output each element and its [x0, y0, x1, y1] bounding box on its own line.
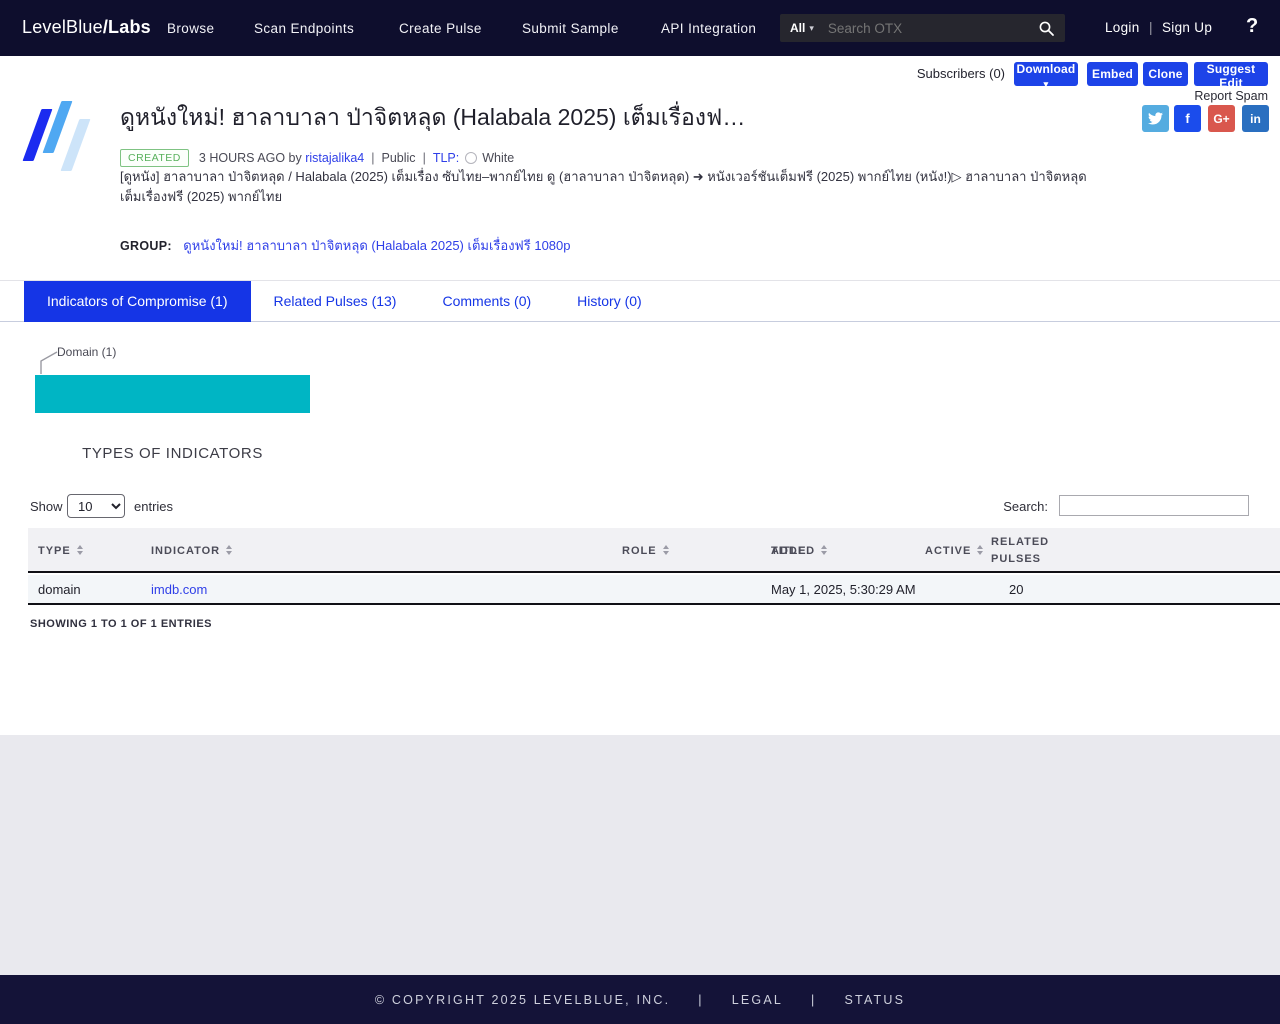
google-plus-icon: G+: [1213, 112, 1229, 126]
author-link[interactable]: ristajalika4: [305, 151, 364, 165]
share-twitter-button[interactable]: [1142, 105, 1169, 132]
page-footer: © COPYRIGHT 2025 LEVELBLUE, INC. | LEGAL…: [0, 975, 1280, 1024]
suggest-edit-button[interactable]: Suggest Edit: [1194, 62, 1268, 86]
column-header-added[interactable]: ADDED: [771, 545, 827, 557]
footer-legal-link[interactable]: LEGAL: [732, 993, 783, 1007]
footer-copyright: © COPYRIGHT 2025 LEVELBLUE, INC.: [375, 993, 670, 1007]
column-header-type[interactable]: TYPE: [38, 545, 83, 557]
share-facebook-button[interactable]: f: [1174, 105, 1201, 132]
chart-domain-label: Domain (1): [57, 345, 116, 359]
footer-separator: |: [811, 993, 816, 1007]
clone-button[interactable]: Clone: [1143, 62, 1188, 86]
sort-icon[interactable]: [226, 545, 232, 555]
search-input[interactable]: [828, 21, 1038, 36]
footer-status-link[interactable]: STATUS: [845, 993, 906, 1007]
column-label: ACTIVE: [925, 545, 971, 557]
column-label: TYPE: [38, 545, 71, 557]
avatar-stripe-light: [61, 119, 91, 171]
table-row: domain imdb.com May 1, 2025, 5:30:29 AM …: [28, 575, 1280, 605]
meta-separator: |: [371, 151, 374, 165]
column-header-related-pulses[interactable]: RELATED: [991, 536, 1049, 548]
report-spam-link[interactable]: Report Spam: [1150, 89, 1268, 103]
logo-text-bold: /Labs: [103, 17, 151, 37]
nav-item-api-integration[interactable]: API Integration: [661, 21, 756, 36]
facebook-icon: f: [1185, 111, 1189, 126]
logo-text-normal: LevelBlue: [22, 17, 103, 37]
page-size-select[interactable]: 10: [67, 494, 125, 518]
tab-related-pulses[interactable]: Related Pulses (13): [251, 281, 420, 322]
column-label: ROLE: [622, 545, 657, 557]
chart-title: TYPES OF INDICATORS: [35, 445, 310, 462]
footer-separator: |: [698, 993, 703, 1007]
pulse-avatar: [18, 95, 108, 195]
levelblue-labs-logo[interactable]: LevelBlue/Labs: [22, 17, 151, 38]
embed-button[interactable]: Embed: [1087, 62, 1138, 86]
twitter-icon: [1148, 112, 1163, 125]
column-header-role[interactable]: ROLE: [622, 545, 669, 557]
sort-icon[interactable]: [663, 545, 669, 555]
cell-indicator: imdb.com: [151, 582, 207, 597]
sort-icon[interactable]: [977, 545, 983, 555]
share-linkedin-button[interactable]: in: [1242, 105, 1269, 132]
sort-icon[interactable]: [77, 545, 83, 555]
tab-history[interactable]: History (0): [554, 281, 665, 322]
chevron-down-icon: ▾: [809, 23, 814, 34]
column-header-related-pulses-line2: PULSES: [991, 553, 1041, 565]
cell-related-pulses: 20: [1009, 582, 1023, 597]
tlp-value: White: [482, 151, 514, 165]
auth-divider: |: [1149, 20, 1153, 35]
indicator-link[interactable]: imdb.com: [151, 582, 207, 597]
search-icon[interactable]: [1038, 20, 1055, 37]
tab-comments[interactable]: Comments (0): [419, 281, 554, 322]
group-row: GROUP: ดูหนังใหม่! ฮาลาบาลา ป่าจิตหลุด (…: [120, 235, 571, 256]
share-google-plus-button[interactable]: G+: [1208, 105, 1235, 132]
otx-search-bar[interactable]: All ▾: [780, 14, 1065, 42]
sort-icon[interactable]: [821, 545, 827, 555]
chevron-down-icon: ▾: [1044, 79, 1049, 89]
table-summary: SHOWING 1 TO 1 OF 1 ENTRIES: [30, 618, 212, 630]
tlp-white-icon: [465, 152, 477, 164]
tab-indicators-of-compromise[interactable]: Indicators of Compromise (1): [24, 281, 251, 322]
column-header-indicator[interactable]: INDICATOR: [151, 545, 232, 557]
nav-item-browse[interactable]: Browse: [167, 21, 214, 36]
chart-domain-bar[interactable]: [35, 375, 310, 413]
pulse-title: ดูหนังใหม่! ฮาลาบาลา ป่าจิตหลุด (Halabal…: [120, 100, 1112, 136]
nav-item-scan-endpoints[interactable]: Scan Endpoints: [254, 21, 354, 36]
help-icon[interactable]: ?: [1246, 15, 1258, 38]
nav-item-create-pulse[interactable]: Create Pulse: [399, 21, 482, 36]
column-label: PULSES: [991, 553, 1041, 565]
login-link[interactable]: Login: [1105, 20, 1140, 35]
group-label: GROUP:: [120, 239, 172, 253]
cell-added: May 1, 2025, 5:30:29 AM: [771, 582, 916, 597]
group-link[interactable]: ดูหนังใหม่! ฮาลาบาลา ป่าจิตหลุด (Halabal…: [183, 238, 570, 253]
download-button[interactable]: Download ▾: [1014, 62, 1078, 86]
search-filter-all[interactable]: All: [790, 21, 805, 35]
pulse-tabbar: Indicators of Compromise (1) Related Pul…: [0, 280, 1280, 322]
download-label: Download: [1017, 62, 1076, 76]
created-badge: CREATED: [120, 149, 189, 167]
subscribers-count[interactable]: Subscribers (0): [845, 66, 1005, 81]
entries-label: entries: [134, 499, 173, 514]
column-label: INDICATOR: [151, 545, 220, 557]
linkedin-icon: in: [1250, 112, 1261, 126]
top-navbar: LevelBlue/Labs Browse Scan Endpoints Cre…: [0, 0, 1280, 56]
visibility-label: Public: [382, 151, 416, 165]
pulse-description: [ดูหนัง] ฮาลาบาลา ป่าจิตหลุด / Halabala …: [120, 167, 1098, 207]
column-label: RELATED: [991, 536, 1049, 548]
tlp-link[interactable]: TLP:: [433, 151, 459, 165]
column-label: ADDED: [771, 545, 815, 557]
pulse-meta-row: CREATED 3 HOURS AGO by ristajalika4 | Pu…: [120, 149, 514, 167]
table-search-label: Search:: [960, 499, 1048, 514]
indicators-table-header: TYPE INDICATOR ROLE TITLE ADDED ACTIVE R…: [28, 528, 1280, 573]
nav-item-submit-sample[interactable]: Submit Sample: [522, 21, 619, 36]
column-header-active[interactable]: ACTIVE: [925, 545, 983, 557]
pulse-age: 3 HOURS AGO by: [199, 151, 302, 165]
cell-type: domain: [38, 582, 81, 597]
meta-separator: |: [423, 151, 426, 165]
signup-link[interactable]: Sign Up: [1162, 20, 1212, 35]
show-label: Show: [30, 499, 63, 514]
table-search-input[interactable]: [1059, 495, 1249, 516]
